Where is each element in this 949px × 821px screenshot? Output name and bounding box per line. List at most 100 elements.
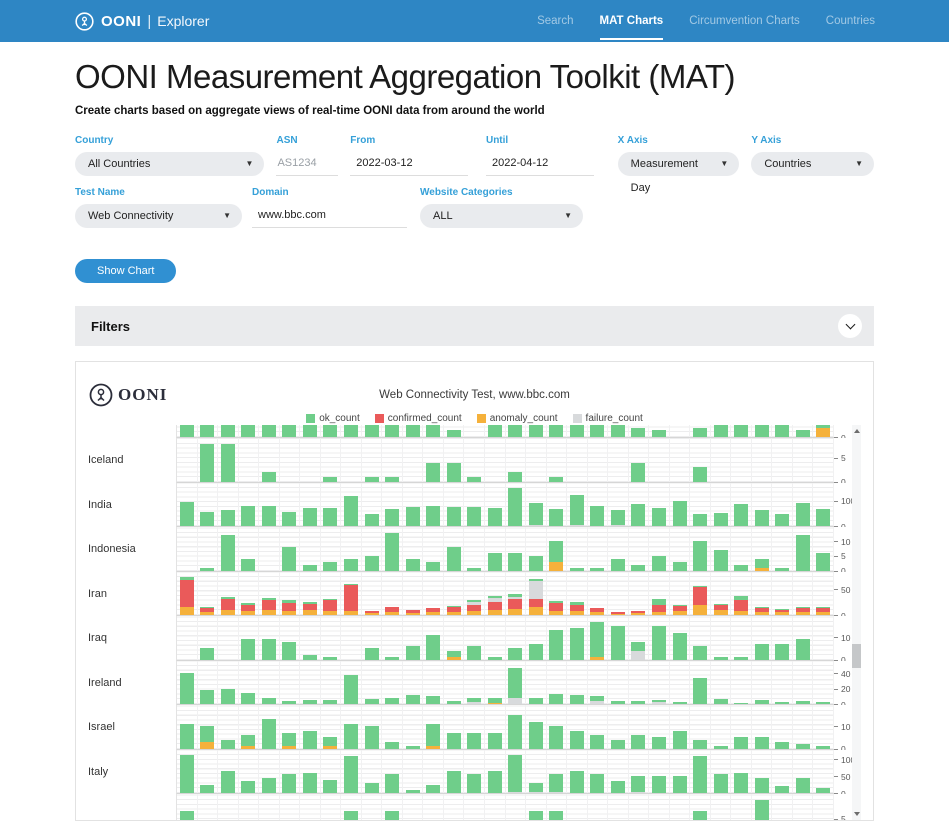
stacked-bar[interactable]: [200, 425, 214, 437]
stacked-bar[interactable]: [714, 657, 728, 659]
stacked-bar[interactable]: [796, 701, 810, 704]
stacked-bar[interactable]: [652, 430, 666, 437]
stacked-bar[interactable]: [755, 644, 769, 660]
stacked-bar[interactable]: [282, 600, 296, 615]
stacked-bar[interactable]: [631, 611, 645, 615]
stacked-bar[interactable]: [549, 477, 563, 482]
stacked-bar[interactable]: [673, 562, 687, 571]
stacked-bar[interactable]: [221, 771, 235, 793]
stacked-bar[interactable]: [385, 509, 399, 526]
stacked-bar[interactable]: [508, 488, 522, 526]
stacked-bar[interactable]: [467, 733, 481, 749]
stacked-bar[interactable]: [693, 541, 707, 570]
stacked-bar[interactable]: [262, 506, 276, 526]
stacked-bar[interactable]: [200, 648, 214, 659]
stacked-bar[interactable]: [180, 724, 194, 749]
stacked-bar[interactable]: [282, 547, 296, 570]
stacked-bar[interactable]: [262, 639, 276, 659]
stacked-bar[interactable]: [652, 599, 666, 615]
x-axis-select[interactable]: Measurement Day ▼: [618, 152, 740, 176]
website-categories-select[interactable]: ALL ▼: [420, 204, 583, 228]
stacked-bar[interactable]: [590, 622, 604, 660]
stacked-bar[interactable]: [200, 444, 214, 482]
stacked-bar[interactable]: [200, 785, 214, 794]
stacked-bar[interactable]: [406, 425, 420, 437]
stacked-bar[interactable]: [549, 601, 563, 615]
stacked-bar[interactable]: [796, 503, 810, 526]
stacked-bar[interactable]: [796, 607, 810, 615]
stacked-bar[interactable]: [775, 786, 789, 793]
stacked-bar[interactable]: [570, 425, 584, 437]
stacked-bar[interactable]: [406, 646, 420, 659]
stacked-bar[interactable]: [734, 504, 748, 526]
stacked-bar[interactable]: [221, 444, 235, 482]
stacked-bar[interactable]: [221, 535, 235, 570]
nav-link-countries[interactable]: Countries: [826, 2, 875, 40]
stacked-bar[interactable]: [282, 512, 296, 526]
stacked-bar[interactable]: [508, 594, 522, 615]
stacked-bar[interactable]: [406, 610, 420, 615]
stacked-bar[interactable]: [590, 568, 604, 571]
stacked-bar[interactable]: [467, 698, 481, 704]
stacked-bar[interactable]: [426, 635, 440, 660]
stacked-bar[interactable]: [652, 626, 666, 660]
stacked-bar[interactable]: [549, 541, 563, 570]
stacked-bar[interactable]: [693, 586, 707, 615]
stacked-bar[interactable]: [385, 477, 399, 482]
stacked-bar[interactable]: [262, 472, 276, 482]
stacked-bar[interactable]: [529, 579, 543, 615]
stacked-bar[interactable]: [693, 514, 707, 526]
stacked-bar[interactable]: [611, 612, 625, 615]
stacked-bar[interactable]: [673, 776, 687, 793]
stacked-bar[interactable]: [734, 565, 748, 571]
stacked-bar[interactable]: [447, 507, 461, 526]
stacked-bar[interactable]: [467, 507, 481, 526]
stacked-bar[interactable]: [488, 771, 502, 793]
stacked-bar[interactable]: [282, 701, 296, 704]
stacked-bar[interactable]: [816, 553, 830, 571]
stacked-bar[interactable]: [652, 700, 666, 704]
stacked-bar[interactable]: [241, 603, 255, 615]
stacked-bar[interactable]: [796, 535, 810, 570]
stacked-bar[interactable]: [714, 604, 728, 615]
stacked-bar[interactable]: [385, 742, 399, 749]
stacked-bar[interactable]: [221, 510, 235, 526]
stacked-bar[interactable]: [590, 696, 604, 704]
stacked-bar[interactable]: [652, 556, 666, 571]
stacked-bar[interactable]: [796, 430, 810, 437]
stacked-bar[interactable]: [365, 699, 379, 704]
stacked-bar[interactable]: [529, 425, 543, 437]
stacked-bar[interactable]: [303, 773, 317, 793]
stacked-bar[interactable]: [508, 472, 522, 482]
stacked-bar[interactable]: [631, 701, 645, 704]
asn-input[interactable]: AS1234: [276, 152, 338, 176]
stacked-bar[interactable]: [755, 737, 769, 748]
stacked-bar[interactable]: [734, 737, 748, 748]
stacked-bar[interactable]: [734, 596, 748, 615]
stacked-bar[interactable]: [529, 698, 543, 704]
stacked-bar[interactable]: [365, 477, 379, 482]
stacked-bar[interactable]: [508, 668, 522, 704]
stacked-bar[interactable]: [303, 425, 317, 437]
stacked-bar[interactable]: [693, 811, 707, 820]
stacked-bar[interactable]: [385, 425, 399, 437]
stacked-bar[interactable]: [447, 733, 461, 749]
stacked-bar[interactable]: [611, 510, 625, 526]
stacked-bar[interactable]: [775, 568, 789, 571]
stacked-bar[interactable]: [200, 726, 214, 748]
stacked-bar[interactable]: [447, 701, 461, 704]
stacked-bar[interactable]: [365, 556, 379, 571]
stacked-bar[interactable]: [447, 547, 461, 570]
stacked-bar[interactable]: [611, 740, 625, 749]
stacked-bar[interactable]: [447, 606, 461, 615]
stacked-bar[interactable]: [365, 514, 379, 526]
stacked-bar[interactable]: [693, 756, 707, 793]
stacked-bar[interactable]: [323, 780, 337, 793]
scrollbar-thumb[interactable]: [852, 644, 861, 668]
stacked-bar[interactable]: [344, 675, 358, 705]
stacked-bar[interactable]: [549, 630, 563, 659]
stacked-bar[interactable]: [406, 695, 420, 704]
stacked-bar[interactable]: [241, 425, 255, 437]
stacked-bar[interactable]: [549, 425, 563, 437]
stacked-bar[interactable]: [221, 425, 235, 437]
